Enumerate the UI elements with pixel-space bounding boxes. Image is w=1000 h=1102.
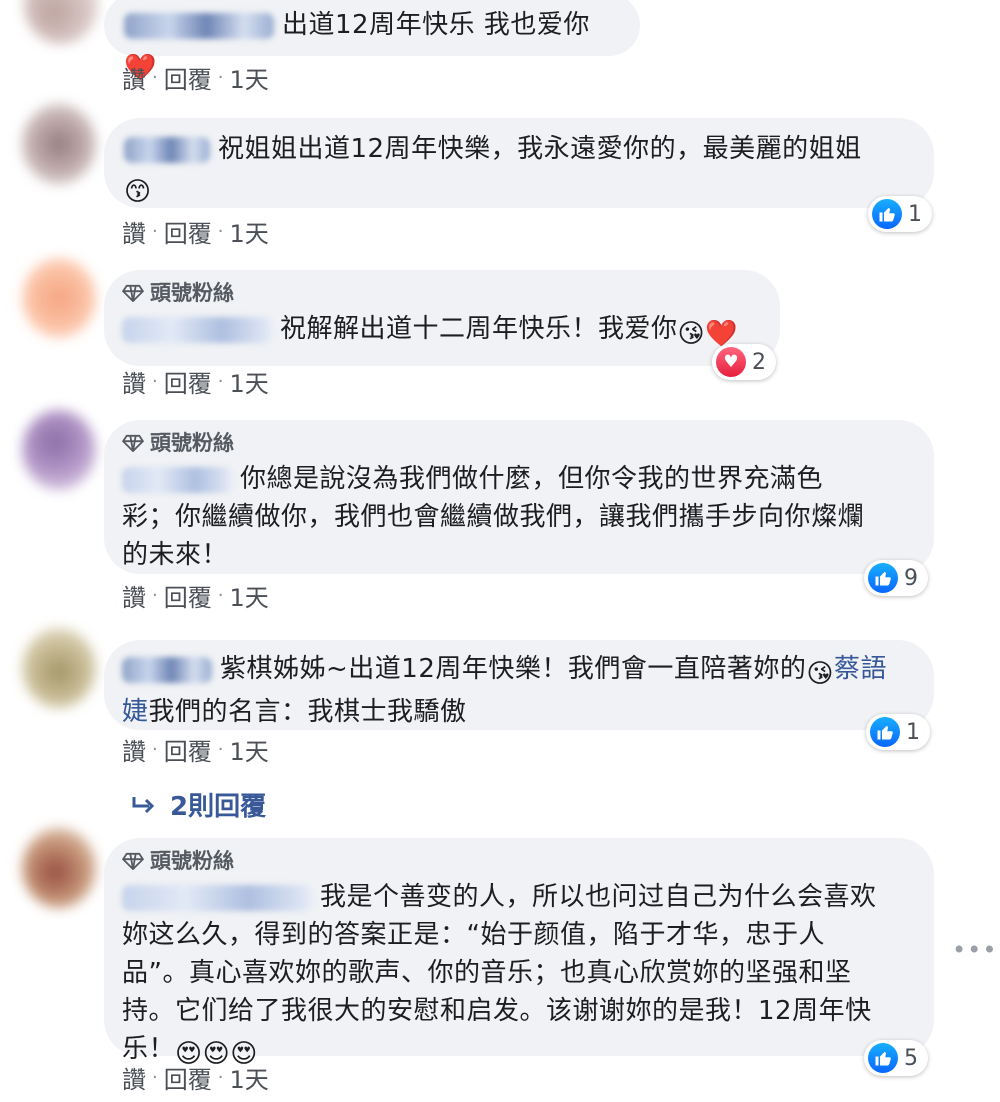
top-fan-badge: 頭號粉絲: [122, 278, 762, 308]
comment-text: 出道12周年快乐 我也爱你: [282, 10, 590, 40]
reaction-count[interactable]: 9: [864, 560, 928, 596]
reply-link[interactable]: 回覆: [164, 60, 212, 95]
like-reaction-icon: [870, 717, 900, 747]
comment-bubble: 頭號粉絲 你總是說沒為我們做什麼，但你令我的世界充滿色 彩；你繼續做你，我們也會…: [104, 420, 934, 574]
like-reaction-icon: [868, 1043, 898, 1073]
comment-bubble: 紫棋姊姊~出道12周年快樂！我們會一直陪著妳的😘蔡語 婕我們的名言：我棋士我驕傲: [104, 640, 934, 730]
reply-arrow-icon: [132, 796, 155, 813]
like-link[interactable]: 讚: [122, 364, 146, 399]
reaction-count[interactable]: 5: [864, 1040, 928, 1076]
comment-text-line: 妳这么久，得到的答案正是：“始于颜值，陷于才华，忠于人: [122, 920, 825, 950]
commenter-name[interactable]: [124, 12, 274, 39]
top-fan-badge: 頭號粉絲: [122, 846, 916, 876]
timestamp[interactable]: 1天: [229, 214, 268, 249]
timestamp[interactable]: 1天: [229, 60, 268, 95]
diamond-icon: [122, 852, 144, 870]
like-link[interactable]: 讚: [122, 1060, 146, 1095]
like-link[interactable]: 讚: [122, 578, 146, 613]
diamond-icon: [122, 284, 144, 302]
reply-link[interactable]: 回覆: [164, 732, 212, 767]
kissing-face-icon: 😙: [124, 177, 152, 207]
reply-link[interactable]: 回覆: [164, 364, 212, 399]
comment-actions: 讚 · 回覆 · 1天: [122, 364, 269, 399]
avatar[interactable]: [24, 0, 98, 44]
comment-text-line: 品”。真心喜欢妳的歌声、你的音乐；也真心欣赏妳的坚强和坚: [122, 958, 852, 988]
commenter-name[interactable]: [124, 136, 210, 163]
avatar[interactable]: [22, 104, 96, 184]
timestamp[interactable]: 1天: [229, 1060, 268, 1095]
reaction-count[interactable]: 1: [866, 714, 930, 750]
reply-link[interactable]: 回覆: [164, 578, 212, 613]
kiss-emoji-icon: 😘: [806, 659, 834, 689]
like-link[interactable]: 讚: [122, 732, 146, 767]
reaction-count[interactable]: ♥ 2: [712, 344, 776, 380]
reaction-number: 1: [906, 719, 920, 745]
comment-text-line: 我們的名言：我棋士我驕傲: [148, 697, 467, 727]
mention-link[interactable]: 婕: [122, 697, 149, 727]
comment-actions: 讚 · 回覆 · 1天: [122, 732, 269, 767]
timestamp[interactable]: 1天: [229, 732, 268, 767]
comment-text-line: 的未來！: [122, 540, 229, 570]
comment-text-line: 我是个善变的人，所以也问过自己为什么会喜欢: [320, 882, 877, 912]
timestamp[interactable]: 1天: [229, 578, 268, 613]
comment-bubble: 頭號粉絲 祝解解出道十二周年快乐！我爱你😘❤️: [104, 270, 780, 366]
like-link[interactable]: 讚: [122, 60, 146, 95]
comment-text-line: 你總是說沒為我們做什麼，但你令我的世界充滿色: [240, 464, 824, 494]
timestamp[interactable]: 1天: [229, 364, 268, 399]
reply-link[interactable]: 回覆: [164, 1060, 212, 1095]
reaction-number: 9: [904, 565, 918, 591]
commenter-name[interactable]: [122, 316, 272, 343]
comment-text: 祝解解出道十二周年快乐！我爱你: [280, 314, 678, 344]
comment-text-line: 紫棋姊姊~出道12周年快樂！我們會一直陪著妳的: [220, 654, 807, 684]
commenter-name[interactable]: [122, 466, 232, 493]
avatar[interactable]: [22, 410, 96, 490]
like-reaction-icon: [868, 563, 898, 593]
comment-actions: 讚 · 回覆 · 1天: [122, 578, 269, 613]
avatar[interactable]: [22, 628, 96, 708]
commenter-name[interactable]: [122, 656, 212, 683]
love-reaction-icon: ♥: [716, 347, 746, 377]
comment-bubble: 出道12周年快乐 我也爱你 ❤️: [104, 0, 640, 83]
comment-text: 祝姐姐出道12周年快樂，我永遠愛你的，最美麗的姐姐: [218, 134, 862, 164]
comment-text-line: 彩；你繼續做你，我們也會繼續做我們，讓我們攜手步向你燦爛: [122, 502, 865, 532]
avatar[interactable]: [22, 828, 96, 908]
more-options-icon[interactable]: •••: [952, 936, 997, 964]
comment-text-line: 持。它们给了我很大的安慰和启发。该谢谢妳的是我！12周年快: [122, 996, 872, 1026]
reaction-number: 2: [752, 349, 766, 375]
comment-actions: 讚 · 回覆 · 1天: [122, 214, 269, 249]
mention-link[interactable]: 蔡語: [834, 654, 887, 684]
comment-bubble: 祝姐姐出道12周年快樂，我永遠愛你的，最美麗的姐姐 😙: [104, 118, 934, 208]
comment-actions: 讚 · 回覆 · 1天: [122, 60, 269, 95]
reply-link[interactable]: 回覆: [164, 214, 212, 249]
top-fan-badge: 頭號粉絲: [122, 428, 916, 458]
reaction-number: 1: [908, 201, 922, 227]
like-link[interactable]: 讚: [122, 214, 146, 249]
diamond-icon: [122, 434, 144, 452]
commenter-name[interactable]: [122, 884, 312, 911]
comment-actions: 讚 · 回覆 · 1天: [122, 1060, 269, 1095]
like-reaction-icon: [872, 199, 902, 229]
reaction-number: 5: [904, 1045, 918, 1071]
comment-bubble: 頭號粉絲 我是个善变的人，所以也问过自己为什么会喜欢 妳这么久，得到的答案正是：…: [104, 838, 934, 1069]
avatar[interactable]: [22, 258, 96, 338]
view-replies-link[interactable]: 2則回覆: [130, 786, 266, 823]
reaction-count[interactable]: 1: [868, 196, 932, 232]
